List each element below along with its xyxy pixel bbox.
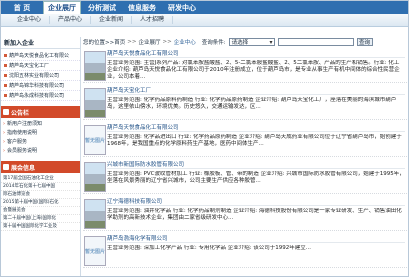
list-item[interactable]: 葫芦岛天悦食品化工有限公: [1, 51, 80, 61]
breadcrumb-current[interactable]: 企业中心: [174, 38, 196, 46]
enterprise-photo[interactable]: [84, 88, 106, 118]
news-item[interactable]: 会暨展览会: [1, 207, 80, 215]
enterprise-photo[interactable]: [84, 199, 106, 229]
tab-home[interactable]: 首 页: [3, 1, 41, 14]
enterprise-record[interactable]: 兴城市新国际防水胶管有限公司主营业务范围: PVC波纹管材加工 行业: 橡胶板、…: [83, 160, 408, 194]
breadcrumb-sep: >>: [127, 39, 137, 45]
photo-sky: [85, 200, 105, 212]
enterprise-description: 主营业务范围: PVC波纹管材加工 行业: 橡胶板、管、带的制造 企业介绍: 兴…: [107, 171, 405, 184]
search-label: 查询条件:: [201, 40, 226, 46]
list-item[interactable]: 葫芦岛锦华科技有限公司: [1, 81, 80, 91]
enterprise-description: 主营业务范围: 油井化学品 行业: 化学药品制剂制造 企业介绍: 海德科技股份有…: [107, 208, 402, 221]
photo-building: [85, 174, 105, 184]
list-item[interactable]: 葫芦岛天宝化工厂: [1, 61, 80, 71]
enterprise-record[interactable]: 暂无图片 葫芦岛天悦食品化工有限公司主营业务范围: 化学品进出口 行业: 化学药品…: [83, 123, 408, 157]
enterprise-description: 主营业务范围: 化学药品原料药制造 行业: 化学药品原药制造 企业介绍: 葫芦岛…: [107, 97, 397, 110]
top-nav: 首 页 企业展厅 分析测试 信息服务 研发中心: [1, 1, 408, 14]
enterprise-photo[interactable]: 暂无图片: [84, 236, 106, 266]
news-item[interactable]: 2014年石化第十七届中国: [1, 183, 80, 191]
enterprise-name[interactable]: 辽宁海德科技有限公司: [107, 197, 162, 205]
sidebar: 新加入企业 葫芦岛天悦食品化工有限公 葫芦岛天宝化工厂 沈阳五林实业有限公司 葫…: [1, 37, 81, 276]
subnav-enterprise-news[interactable]: 企业新闻: [91, 16, 133, 24]
notice-title: 公告栏: [11, 109, 30, 117]
photo-sky: [85, 89, 105, 101]
notice-link[interactable]: 指南使用说明: [1, 129, 80, 138]
breadcrumb: 您的位置>> 首页 >> 企业展厅 >> 企业中心 查询条件: 请选择 查询: [83, 37, 408, 47]
record-header: [107, 86, 405, 95]
enterprise-record[interactable]: 辽宁海德科技有限公司主营业务范围: 油井化学品 行业: 化学药品制剂制造 企业介…: [83, 197, 408, 231]
enterprise-photo[interactable]: [84, 51, 106, 81]
subnav-recruitment[interactable]: 人才招聘: [132, 16, 174, 24]
enterprise-name[interactable]: 葫芦岛天悦食品化工有限公司: [107, 123, 179, 131]
notice-link[interactable]: 会员服务说明: [1, 147, 80, 156]
enterprise-record[interactable]: 葫芦岛天宝化工厂主营业务范围: 化学药品原料药制造 行业: 化学药品原药制造 企…: [83, 86, 408, 120]
news-item[interactable]: 第二十届中国(上海)国际化: [1, 215, 80, 223]
enterprise-name[interactable]: 葫芦岛天悦食品化工有限公司: [107, 49, 179, 57]
enterprise-name[interactable]: 葫芦岛天宝化工厂: [107, 86, 151, 94]
enterprise-photo[interactable]: 暂无图片: [84, 125, 106, 155]
new-join-title: 新加入企业: [1, 37, 80, 49]
tab-enterprise-hall[interactable]: 企业展厅: [43, 1, 81, 14]
breadcrumb-sep: >>: [162, 39, 172, 45]
search-input[interactable]: [277, 38, 354, 46]
photo-ground: [85, 110, 105, 117]
tab-analysis-test[interactable]: 分析测试: [83, 1, 121, 14]
new-join-list: 葫芦岛天悦食品化工有限公 葫芦岛天宝化工厂 沈阳五林实业有限公司 葫芦岛锦华科技…: [1, 49, 80, 103]
photo-sky: [85, 52, 105, 64]
search-field-select[interactable]: 请选择: [228, 38, 275, 46]
news-item[interactable]: 第17届全国石油化工企业: [1, 175, 80, 183]
enterprise-record[interactable]: 葫芦岛天悦食品化工有限公司主营业务范围: 主营J系列产品: 对氯苯胺盐酸盐、2、…: [83, 49, 408, 83]
photo-placeholder: 暂无图片: [85, 126, 105, 154]
subnav-enterprise-center[interactable]: 企业中心: [1, 16, 51, 24]
search-bar: 查询条件: 请选择 查询: [202, 38, 373, 46]
news-title: 展会信息: [11, 164, 36, 172]
notice-list: 新用户注册须知 指南使用说明 客户服务 会员服务说明: [1, 118, 80, 158]
notice-header: 公告栏: [1, 106, 80, 118]
photo-ground: [85, 184, 105, 191]
notice-link[interactable]: 客户服务: [1, 138, 80, 147]
news-item[interactable]: 际石油博览会: [1, 191, 80, 199]
search-button[interactable]: 查询: [356, 38, 373, 46]
enterprise-record[interactable]: 暂无图片 葫芦岛渤海化学有限公司主营业务范围: 深加工化学产品 行业: 专用化学品…: [83, 234, 408, 268]
photo-placeholder: 暂无图片: [85, 237, 105, 265]
tab-rd-center[interactable]: 研发中心: [163, 1, 201, 14]
photo-ground: [85, 73, 105, 80]
list-item[interactable]: 葫芦岛永成科技有限公司: [1, 91, 80, 101]
news-list: 第17届全国石油化工企业 2014年石化第十七届中国 际石油博览会 2015第十…: [1, 173, 80, 233]
subnav-product-center[interactable]: 产品中心: [50, 16, 92, 24]
notice-icon: [3, 109, 9, 115]
notice-link[interactable]: 新用户注册须知: [1, 120, 80, 129]
sub-nav: 企业中心 产品中心 企业新闻 人才招聘: [1, 14, 408, 27]
list-item[interactable]: 沈阳五林实业有限公司: [1, 71, 80, 81]
news-icon: [3, 164, 9, 170]
photo-sky: [85, 163, 105, 175]
enterprise-description: 主营业务范围: 主营J系列产品: 对氯苯胺盐酸盐、2、5-二氯苯胺盐酸盐、2、5…: [107, 60, 400, 80]
photo-building: [85, 100, 105, 110]
news-item[interactable]: 第十届中国国际化学工业及: [1, 223, 80, 231]
news-header: 展会信息: [1, 161, 80, 173]
enterprise-description: 主营业务范围: 化学品进出口 行业: 化学药品原药制造 企业介绍: 葫芦岛天成药…: [107, 134, 402, 147]
enterprise-description: 主营业务范围: 深加工化学产品 行业: 专用化学品 企业介绍: 该公司于1992…: [107, 245, 312, 251]
photo-building: [85, 63, 105, 73]
breadcrumb-hall[interactable]: 企业展厅: [138, 38, 160, 46]
breadcrumb-home[interactable]: 首页: [114, 38, 125, 46]
main-content: 您的位置>> 首页 >> 企业展厅 >> 企业中心 查询条件: 请选择 查询 葫…: [83, 37, 408, 276]
news-item[interactable]: 2015第十届中国(国际)石化: [1, 199, 80, 207]
enterprise-name[interactable]: 葫芦岛渤海化学有限公司: [107, 234, 168, 242]
photo-building: [85, 211, 105, 221]
photo-ground: [85, 221, 105, 228]
enterprise-list: 葫芦岛天悦食品化工有限公司主营业务范围: 主营J系列产品: 对氯苯胺盐酸盐、2、…: [83, 49, 408, 268]
tab-info-service[interactable]: 信息服务: [123, 1, 161, 14]
breadcrumb-prefix: 您的位置>>: [83, 40, 115, 46]
enterprise-name[interactable]: 兴城市新国际防水胶管有限公司: [107, 160, 184, 168]
page: 首 页 企业展厅 分析测试 信息服务 研发中心 企业中心 产品中心 企业新闻 人…: [0, 0, 409, 277]
enterprise-photo[interactable]: [84, 162, 106, 192]
